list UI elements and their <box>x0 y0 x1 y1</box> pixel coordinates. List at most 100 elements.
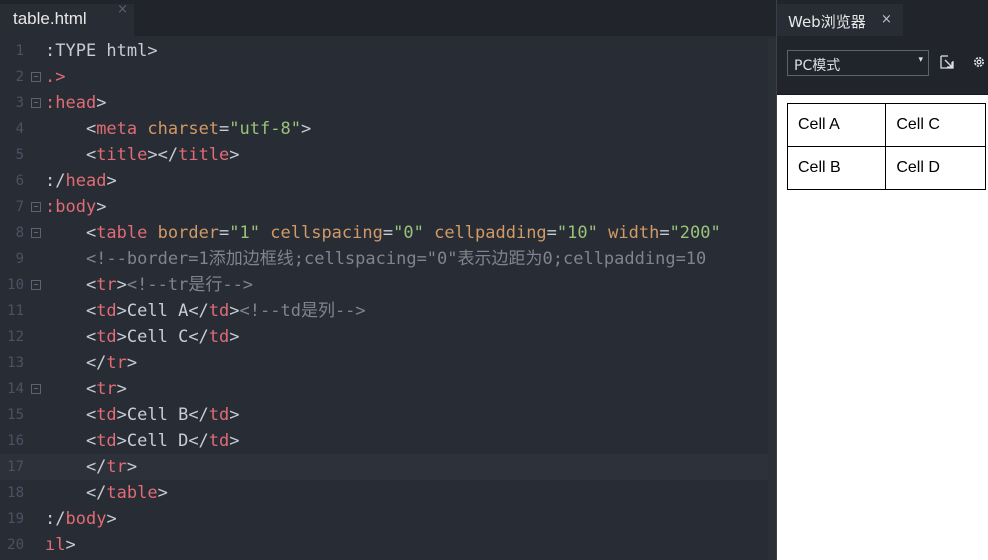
close-icon[interactable]: × <box>881 12 892 27</box>
code-token: >Cell A</ <box>116 301 209 321</box>
code-token: > <box>229 405 240 425</box>
preview-table: Cell A Cell C Cell B Cell D <box>786 103 986 190</box>
line-number: 2 <box>15 69 24 85</box>
tab-web-browser[interactable]: Web浏览器 × <box>777 4 903 36</box>
code-line[interactable]: 1 :TYPE html> <box>0 38 776 64</box>
code-line[interactable]: 8− <table border="1" cellspacing="0" cel… <box>0 220 776 246</box>
code-token: > <box>229 145 240 165</box>
table-cell: Cell B <box>786 146 887 190</box>
code-token: cellpadding <box>434 223 547 243</box>
fold-toggle-icon[interactable]: − <box>31 280 41 290</box>
code-token: head <box>65 171 107 191</box>
code-text: :/body> <box>45 506 117 532</box>
code-line[interactable]: 13 </tr> <box>0 350 776 376</box>
code-text: <td>Cell A</td><!--td是列--> <box>45 298 366 324</box>
code-token: = <box>219 119 230 139</box>
code-token: width <box>608 223 660 243</box>
code-token: = <box>546 223 557 243</box>
code-line[interactable]: 17 </tr> <box>0 454 776 480</box>
line-number: 17 <box>7 459 24 475</box>
code-text: :TYPE html> <box>45 38 158 64</box>
line-number: 6 <box>15 173 24 189</box>
line-number: 9 <box>15 251 24 267</box>
code-token: :head <box>45 93 97 113</box>
code-token: meta <box>96 119 138 139</box>
code-line[interactable]: 2− .> <box>0 64 776 90</box>
code-line[interactable]: 10− <tr><!--tr是行--> <box>0 272 776 298</box>
code-token: > <box>116 275 127 295</box>
line-number: 14 <box>7 381 24 397</box>
code-text: :head> <box>45 90 106 116</box>
fold-toggle-icon[interactable]: − <box>31 384 41 394</box>
code-text: </table> <box>45 480 168 506</box>
code-token: < <box>45 327 97 347</box>
fold-toggle-icon[interactable]: − <box>31 202 41 212</box>
code-line[interactable]: 18 </table> <box>0 480 776 506</box>
line-number: 11 <box>7 303 24 319</box>
code-token: < <box>45 223 97 243</box>
browser-tab-bar: Web浏览器 × <box>777 0 988 36</box>
code-token: > <box>229 327 240 347</box>
web-browser-pane: Web浏览器 × PC模式 ▾ Cell A Cell C Cell B Cel… <box>776 0 988 560</box>
fold-toggle-icon[interactable]: − <box>31 72 41 82</box>
code-line[interactable]: 5 <title></title> <box>0 142 776 168</box>
code-token: td <box>208 405 230 425</box>
code-token: = <box>219 223 230 243</box>
code-editor[interactable]: table.html × 1:TYPE html> 2− .> 3−:head> 4 <… <box>0 0 776 560</box>
table-row: Cell A Cell C <box>786 103 986 147</box>
code-line[interactable]: 15 <td>Cell B</td> <box>0 402 776 428</box>
code-token: "utf-8" <box>229 119 301 139</box>
code-line[interactable]: 16 <td>Cell D</td> <box>0 428 776 454</box>
fold-toggle-icon[interactable]: − <box>31 228 41 238</box>
code-text: <table border="1" cellspacing="0" cellpa… <box>45 220 721 246</box>
table-row: Cell B Cell D <box>786 146 986 190</box>
code-token: < <box>45 431 97 451</box>
gear-icon[interactable] <box>971 54 987 70</box>
code-line[interactable]: 4 <meta charset="utf-8"> <box>0 116 776 142</box>
code-line[interactable]: 9 <!--border=1添加边框线;cellspacing="0"表示边距为… <box>0 246 776 272</box>
line-number: 1 <box>15 43 24 59</box>
tab-label: table.html <box>13 9 87 28</box>
code-line[interactable]: 6 :/head> <box>0 168 776 194</box>
code-line[interactable]: 20 ıl> <box>0 532 776 558</box>
code-line[interactable]: 19:/body> <box>0 506 776 532</box>
code-token: .> <box>45 67 66 87</box>
fold-toggle-icon[interactable]: − <box>31 98 41 108</box>
code-token: cellspacing <box>270 223 383 243</box>
line-number: 5 <box>15 147 24 163</box>
code-token: < <box>45 119 97 139</box>
code-token: "1" <box>229 223 261 243</box>
code-text: :body> <box>45 194 106 220</box>
code-token: < <box>45 275 97 295</box>
close-icon[interactable]: × <box>117 2 128 17</box>
code-token: :TYPE html> <box>45 41 158 61</box>
code-token: tr <box>106 457 127 477</box>
browser-toolbar: PC模式 ▾ <box>777 36 988 95</box>
code-text: :/head> <box>45 168 117 194</box>
code-line[interactable]: 7−:body> <box>0 194 776 220</box>
code-token: > <box>229 431 240 451</box>
code-line[interactable]: 12 <td>Cell C</td> <box>0 324 776 350</box>
code-area[interactable]: 1:TYPE html> 2− .> 3−:head> 4 <meta charset=… <box>0 38 776 560</box>
tab-table-html[interactable]: table.html × <box>0 2 134 36</box>
code-text: <title></title> <box>45 142 240 168</box>
code-token: <!--td是列--> <box>239 301 366 321</box>
mode-select[interactable]: PC模式 ▾ <box>787 50 929 76</box>
vertical-scrollbar[interactable] <box>768 38 776 560</box>
code-token: td <box>96 301 117 321</box>
line-number: 16 <box>7 433 24 449</box>
code-text: </tr> <box>45 350 137 376</box>
code-token: <!--tr是行--> <box>126 275 254 295</box>
code-token: > <box>96 197 107 217</box>
line-number: 18 <box>7 485 24 501</box>
line-number: 8 <box>15 225 24 241</box>
code-line[interactable]: 3−:head> <box>0 90 776 116</box>
code-line[interactable]: 11 <td>Cell A</td><!--td是列--> <box>0 298 776 324</box>
code-text: <td>Cell D</td> <box>45 428 240 454</box>
code-line[interactable]: 14− <tr> <box>0 376 776 402</box>
code-token: > <box>106 509 117 529</box>
code-text: <td>Cell B</td> <box>45 402 240 428</box>
popout-icon[interactable] <box>940 55 954 69</box>
code-token: >Cell B</ <box>116 405 209 425</box>
code-token: :body <box>45 197 97 217</box>
